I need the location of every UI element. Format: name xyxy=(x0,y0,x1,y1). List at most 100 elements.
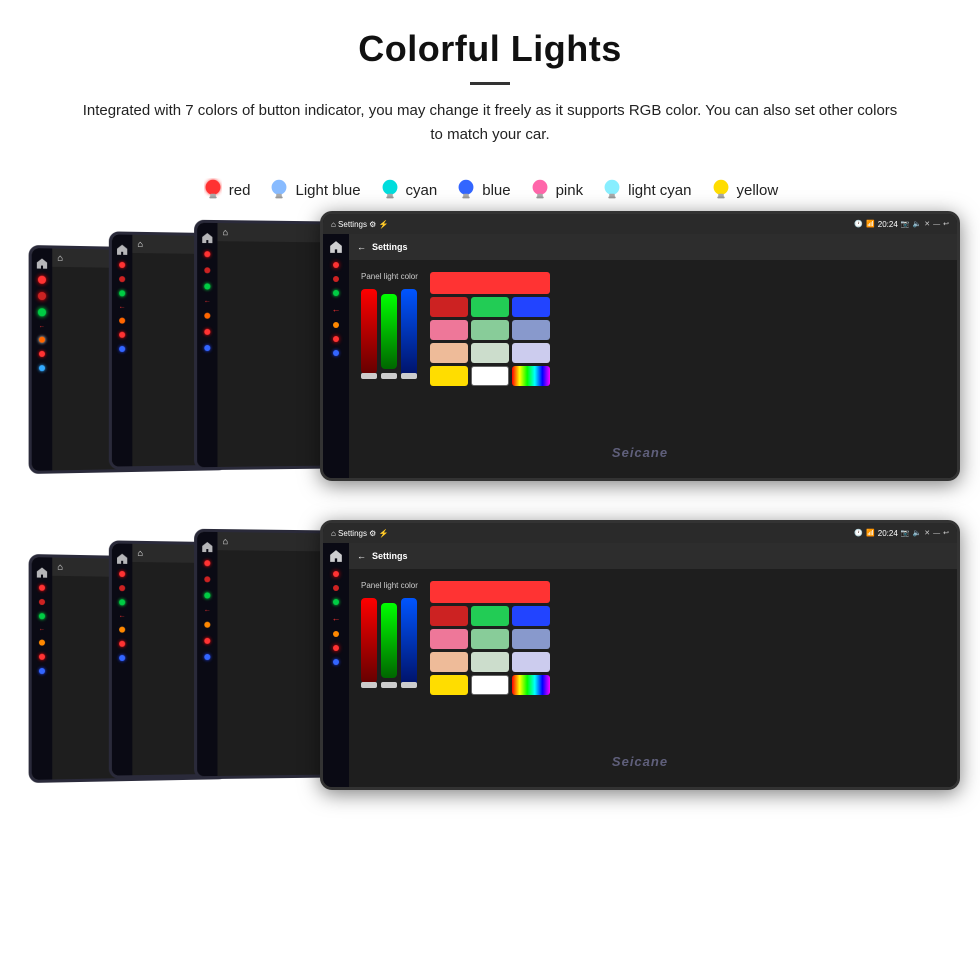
sidebar-home-bottom xyxy=(329,549,343,563)
cell-rainbow-bottom[interactable] xyxy=(512,675,550,695)
panel-left-bottom: Panel light color xyxy=(361,581,418,775)
color-item-red: red xyxy=(202,177,251,203)
grid-row5-bottom xyxy=(430,675,550,695)
pink-bulb-icon xyxy=(529,177,551,203)
lightblue-bulb-icon xyxy=(268,177,290,203)
time-bottom: 20:24 xyxy=(878,529,898,538)
btn-blue-3 xyxy=(39,365,45,371)
cell-yellow-top[interactable] xyxy=(430,366,468,386)
sidebar-back-bottom[interactable]: ← xyxy=(332,613,341,623)
cell-green-top[interactable] xyxy=(471,297,509,317)
color-bars-bottom xyxy=(361,598,418,678)
cell-lightgreen-bottom[interactable] xyxy=(471,629,509,649)
color-label-lightblue: Light blue xyxy=(295,182,360,199)
back-arrow-3: ← xyxy=(39,323,45,329)
blue-bulb-icon xyxy=(455,177,477,203)
cell-blue-top[interactable] xyxy=(512,297,550,317)
grid-row3-bottom xyxy=(430,629,550,649)
main-device-bottom: ⌂ Settings ⚙ ⚡ 🕐 📶 20:24 📷 🔈 ✕ — ↩ xyxy=(320,520,960,790)
top-device-group: ← ⌂ MIC xyxy=(20,211,960,506)
status-bar-right-top: 🕐 📶 20:24 📷 🔈 ✕ — ↩ xyxy=(854,220,949,229)
panel-label-top: Panel light color xyxy=(361,272,418,281)
btn4-1 xyxy=(204,313,210,319)
grid-row2-top xyxy=(430,297,550,317)
btn-white-3 xyxy=(39,337,45,343)
sidebar-back-top[interactable]: ← xyxy=(332,304,341,314)
cell-pale-top[interactable] xyxy=(471,343,509,363)
cell-yellow-bottom[interactable] xyxy=(430,675,468,695)
btn1-2 xyxy=(119,262,125,268)
color-label-lightcyan: light cyan xyxy=(628,182,691,199)
settings-title-bottom: ⌂ Settings ⚙ ⚡ xyxy=(331,529,389,538)
sidebar-btn1-top xyxy=(333,262,339,268)
panel-label-bottom: Panel light color xyxy=(361,581,418,590)
nav-back-bottom[interactable]: ← xyxy=(357,551,366,561)
btn-r1-3b xyxy=(39,585,45,591)
header-section: Colorful Lights Integrated with 7 colors… xyxy=(0,0,980,163)
status-bar-left-bottom: ⌂ Settings ⚙ ⚡ xyxy=(331,529,389,538)
sidebar-btn5-bottom xyxy=(333,645,339,651)
btn-r1-1b xyxy=(204,560,210,566)
cell-red2-bottom[interactable] xyxy=(430,606,468,626)
cell-lightblue-bottom[interactable] xyxy=(512,629,550,649)
close-icon-bottom: ✕ xyxy=(924,529,930,537)
status-bar-right-bottom: 🕐 📶 20:24 📷 🔈 ✕ — ↩ xyxy=(854,529,949,538)
btn-r6-1b xyxy=(204,654,210,660)
small-sidebar-1b: ← xyxy=(197,532,217,776)
sidebar-btn2-bottom xyxy=(333,585,339,591)
cell-lavender-top[interactable] xyxy=(512,343,550,363)
btn4-2 xyxy=(119,318,125,324)
btn2-2 xyxy=(119,276,125,282)
cell-rainbow-top[interactable] xyxy=(512,366,550,386)
main-screen-top: ⌂ Settings ⚙ ⚡ 🕐 📶 20:24 📷 🔈 ✕ — ↩ xyxy=(323,214,957,478)
thumb3-bottom xyxy=(401,682,417,688)
nav-back-top[interactable]: ← xyxy=(357,242,366,252)
grid-row4-top xyxy=(430,343,550,363)
cell-lightgreen-top[interactable] xyxy=(471,320,509,340)
btn5-2 xyxy=(119,332,125,338)
btn3-1 xyxy=(204,283,210,289)
btn-r3-1b xyxy=(204,592,210,598)
cell-pink-top[interactable] xyxy=(430,320,468,340)
thumb1-top xyxy=(361,373,377,379)
cell-red-large-bottom[interactable] xyxy=(430,581,550,603)
cell-peach-top[interactable] xyxy=(430,343,468,363)
cyan-bulb-icon xyxy=(379,177,401,203)
thumb2-bottom xyxy=(381,682,397,688)
sidebar-btn4-top xyxy=(333,322,339,328)
cell-white-top[interactable] xyxy=(471,366,509,386)
small-home-2b: ⌂ xyxy=(137,548,147,558)
cell-blue-bottom[interactable] xyxy=(512,606,550,626)
small-sidebar-1: ← xyxy=(197,223,217,467)
status-bar-left-top: ⌂ Settings ⚙ ⚡ xyxy=(331,220,389,229)
cell-lightblue-top[interactable] xyxy=(512,320,550,340)
main-screen-bottom: ⌂ Settings ⚙ ⚡ 🕐 📶 20:24 📷 🔈 ✕ — ↩ xyxy=(323,523,957,787)
screen-main-bottom: ← Settings Panel light color xyxy=(349,543,957,787)
cell-lavender-bottom[interactable] xyxy=(512,652,550,672)
cell-white-bottom[interactable] xyxy=(471,675,509,695)
home-icon-2 xyxy=(116,243,128,255)
home-icon-3b xyxy=(36,565,48,577)
cell-peach-bottom[interactable] xyxy=(430,652,468,672)
volume-icon-bottom: 🔈 xyxy=(913,529,922,537)
cell-green-bottom[interactable] xyxy=(471,606,509,626)
color-bars-top xyxy=(361,289,418,369)
cell-red2-top[interactable] xyxy=(430,297,468,317)
cell-pale-bottom[interactable] xyxy=(471,652,509,672)
cell-pink-bottom[interactable] xyxy=(430,629,468,649)
small-home-3b: ⌂ xyxy=(57,562,67,572)
time-top: 20:24 xyxy=(878,220,898,229)
panel-right-top xyxy=(430,272,550,466)
small-home-2: ⌂ xyxy=(137,239,147,249)
red-bulb-icon xyxy=(202,177,224,203)
sidebar-btn1-bottom xyxy=(333,571,339,577)
btn5-1 xyxy=(204,329,210,335)
btn6-1 xyxy=(204,345,210,351)
signal-icon-bottom: 📶 xyxy=(866,529,875,537)
home-icon-1 xyxy=(201,231,213,243)
sidebar-btn3-top xyxy=(333,290,339,296)
cell-red-large-top[interactable] xyxy=(430,272,550,294)
btn-r5-1b xyxy=(204,638,210,644)
bar-thumbs-top xyxy=(361,373,418,379)
color-label-blue: blue xyxy=(482,182,510,199)
